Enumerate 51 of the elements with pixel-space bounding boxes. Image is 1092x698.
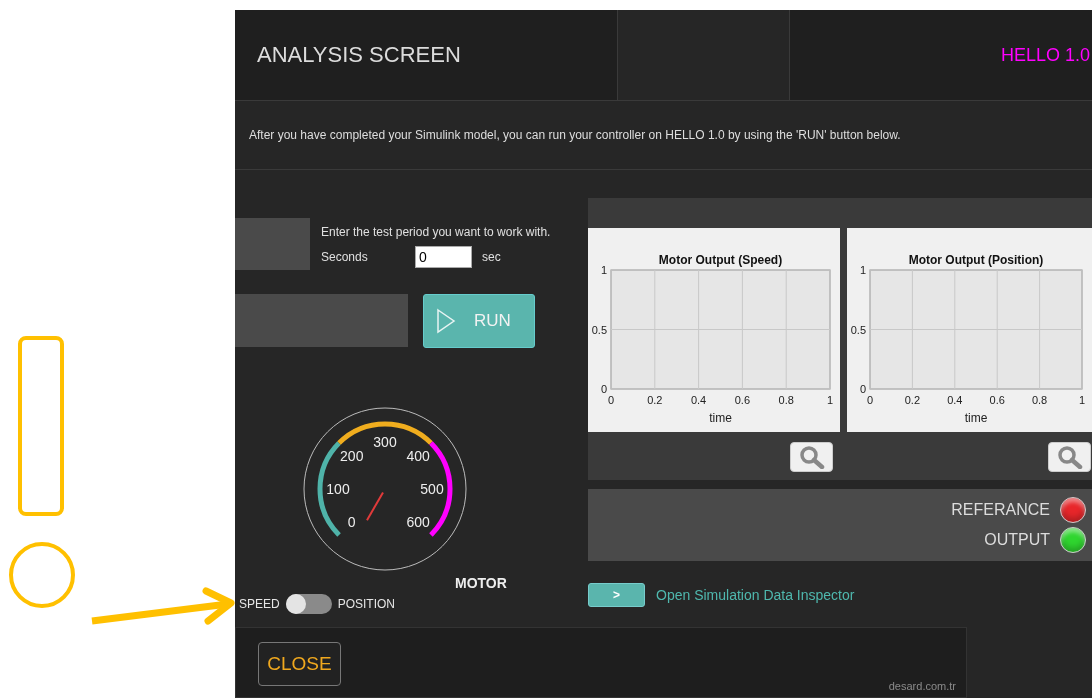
- switch-label: POSITION: [337, 597, 396, 611]
- version-label: HELLO 1.0: [789, 10, 1092, 100]
- gauge-tick-label: 0: [347, 514, 356, 531]
- axis-tick-label: 0.2: [647, 394, 663, 406]
- prompt-text: Enter the test period you want to work with.: [321, 225, 551, 239]
- lamp-label: OUTPUT: [984, 531, 1050, 549]
- axis-tick-label: 0.2: [904, 394, 921, 406]
- unit-label: sec: [482, 250, 501, 264]
- axis-tick-label: 0.6: [734, 394, 751, 406]
- gauge-tick-label: 300: [373, 434, 397, 450]
- screen-title: ANALYSIS SCREEN: [235, 10, 618, 100]
- axis-tick-label: 1: [859, 264, 866, 276]
- seconds-label: Seconds: [321, 250, 369, 264]
- lamp-label: REFERANCE: [951, 501, 1050, 519]
- gauge-needle: [366, 491, 384, 522]
- axis-tick-label: 1: [1078, 394, 1086, 406]
- switch-label: SPEED: [239, 597, 280, 611]
- zoom-button[interactable]: [790, 442, 833, 472]
- axis-tick-label: 0.5: [591, 323, 607, 336]
- chart-title: Motor Output (Position): [908, 253, 1044, 267]
- axis-tick-label: 0.4: [690, 394, 707, 406]
- credit-text: desard.com.tr: [888, 680, 957, 694]
- inspector-link[interactable]: Open Simulation Data Inspector: [656, 587, 855, 603]
- play-icon: [436, 308, 456, 334]
- zoom-button[interactable]: [1048, 442, 1091, 472]
- axis-tick-label: 0: [600, 383, 607, 395]
- axis-tick-label: 0.4: [947, 394, 963, 406]
- search-icon: [1056, 445, 1083, 469]
- gauge-tick-label: 500: [420, 481, 444, 497]
- search-icon: [798, 445, 825, 469]
- instruction-text: After you have completed your Simulink model, you can run your controller on HELLO 1.0 by using the 'RUN' button below.: [235, 101, 1092, 170]
- gauge-tick-label: 200: [340, 447, 364, 464]
- axis-tick-label: 0.5: [850, 323, 866, 336]
- axis-tick-label: 0: [866, 394, 874, 406]
- axis-tick-label: 0.8: [778, 394, 794, 406]
- chart-title: Motor Output (Speed): [658, 253, 783, 267]
- mode-switch[interactable]: [285, 594, 332, 614]
- axis-label: time: [709, 411, 732, 425]
- seconds-field[interactable]: 0: [415, 246, 472, 268]
- axis-tick-label: 1: [826, 394, 834, 406]
- gauge-tick-label: 600: [406, 514, 430, 531]
- axis-tick-label: 0: [859, 383, 866, 395]
- axis-label: time: [964, 411, 988, 425]
- axis-tick-label: 0: [607, 394, 615, 406]
- gauge-tick-label: 100: [326, 481, 350, 497]
- close-button[interactable]: CLOSE: [258, 642, 341, 686]
- axis-tick-label: 0.8: [1031, 394, 1048, 406]
- gauge-tick-label: 400: [406, 447, 430, 464]
- axis-tick-label: 0.6: [989, 394, 1005, 406]
- axis-tick-label: 1: [600, 264, 607, 276]
- gauge-title: MOTOR: [455, 575, 508, 593]
